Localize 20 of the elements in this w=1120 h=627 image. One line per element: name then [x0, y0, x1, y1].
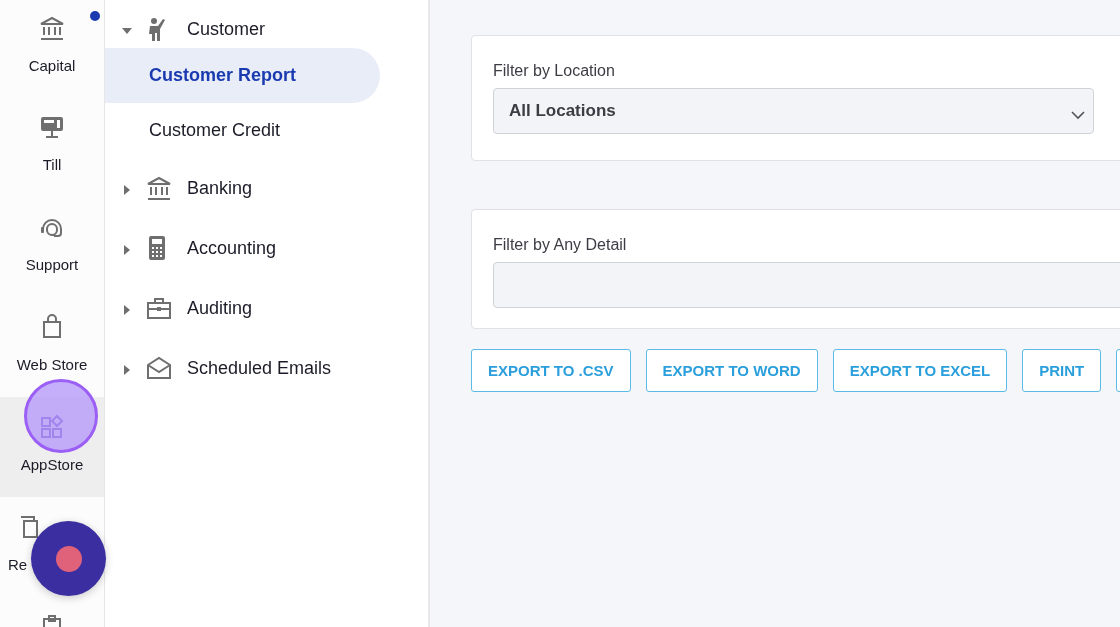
field-label: Filter by Any Detail: [493, 236, 628, 254]
documents-icon[interactable]: [20, 516, 38, 538]
nav-subitem[interactable]: Customer Credit: [105, 103, 380, 158]
field-label: Filter by Location: [493, 62, 616, 80]
nav-subitem[interactable]: Customer Report: [105, 48, 380, 103]
location-dropdown[interactable]: All Locations: [493, 88, 1094, 134]
nav-group-item[interactable]: Accounting: [105, 218, 428, 278]
rail-label[interactable]: Web Store: [16, 356, 88, 373]
rail-label[interactable]: Till: [42, 156, 62, 173]
filter-input-field[interactable]: [493, 262, 1120, 308]
bank-icon: [145, 174, 173, 202]
nav-group-item[interactable]: Banking: [105, 158, 428, 218]
bank-icon[interactable]: [38, 14, 66, 42]
nav-group-item[interactable]: Scheduled Emails: [105, 338, 428, 398]
nav-group-item[interactable]: Customer: [105, 10, 428, 48]
rail-label[interactable]: Support: [25, 256, 79, 273]
nav-group-item[interactable]: Auditing: [105, 278, 428, 338]
rail-label[interactable]: Capital: [28, 57, 76, 74]
rail-label[interactable]: Re: [8, 556, 28, 573]
envelope-icon: [145, 354, 173, 382]
